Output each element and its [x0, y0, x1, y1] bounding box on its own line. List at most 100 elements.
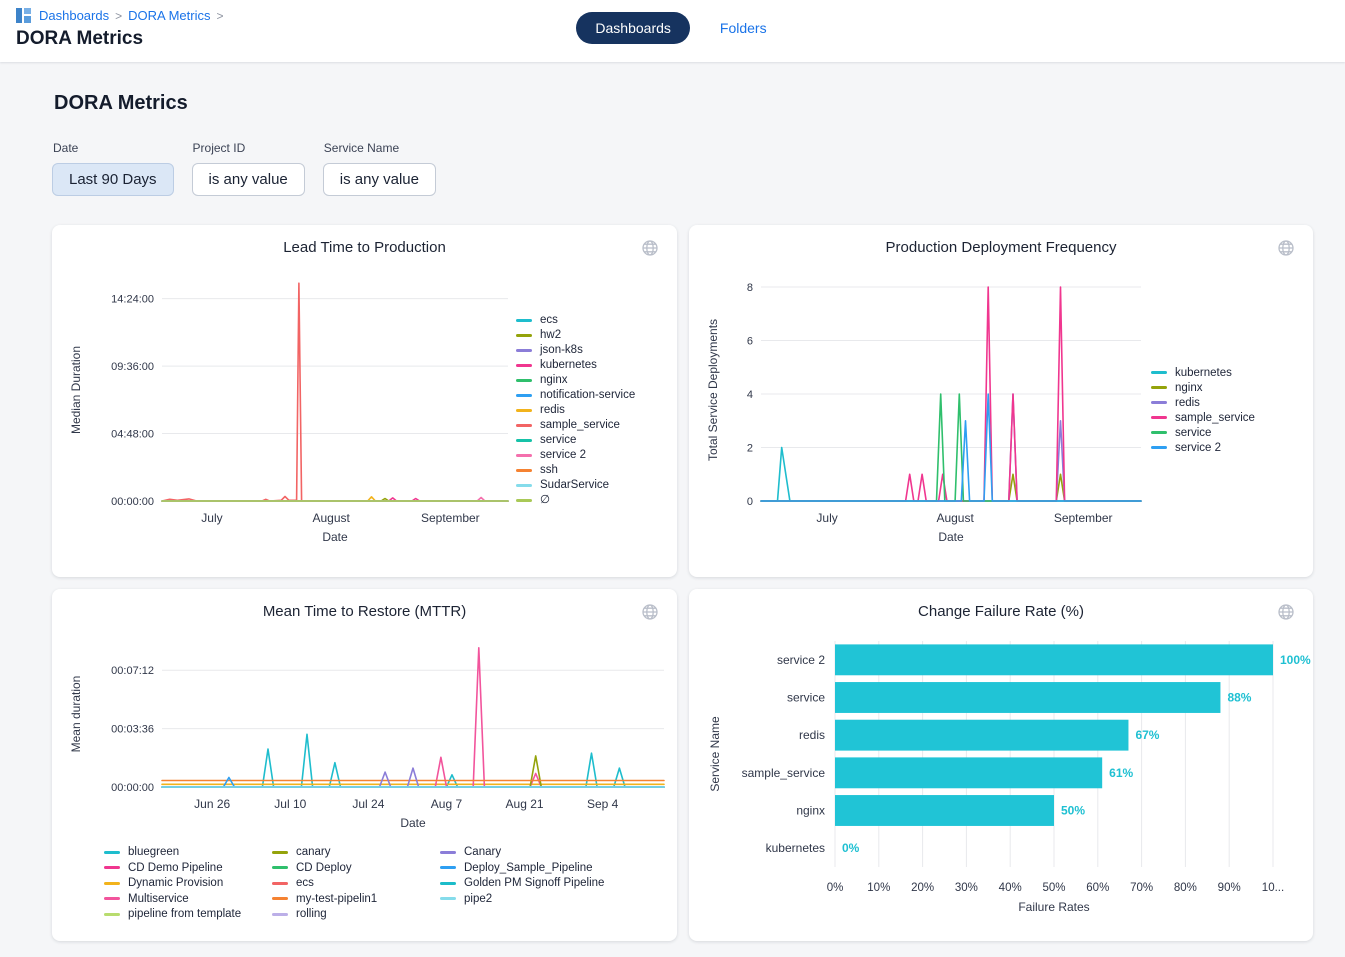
legend-item[interactable]: Multiservice — [104, 893, 272, 905]
svg-text:August: August — [312, 511, 350, 525]
globe-icon[interactable] — [1275, 237, 1297, 262]
svg-text:2: 2 — [747, 443, 753, 455]
legend-item[interactable]: pipe2 — [440, 893, 608, 905]
legend-label: SudarService — [540, 479, 609, 491]
globe-icon[interactable] — [639, 237, 661, 262]
legend-swatch — [516, 379, 532, 382]
breadcrumb-separator: > — [216, 9, 223, 23]
legend-item[interactable]: SudarService — [516, 479, 662, 491]
svg-text:100%: 100% — [1280, 653, 1311, 667]
legend-swatch — [272, 866, 288, 869]
legend-swatch — [1151, 446, 1167, 449]
change-failure-rate-chart: 0%10%20%30%40%50%60%70%80%90%10...Failur… — [703, 625, 1313, 925]
legend-item[interactable]: redis — [1151, 397, 1297, 409]
top-bar: Dashboards > DORA Metrics > DORA Metrics… — [0, 0, 1345, 62]
filter-date: Date Last 90 Days — [52, 141, 174, 196]
legend-item[interactable]: redis — [516, 404, 662, 416]
legend-label: service — [540, 434, 576, 446]
legend-swatch — [104, 882, 120, 885]
legend-swatch — [272, 882, 288, 885]
legend-item[interactable]: hw2 — [516, 329, 662, 341]
legend-item[interactable]: kubernetes — [516, 359, 662, 371]
legend-item[interactable]: pipeline from template — [104, 908, 272, 920]
legend-item[interactable]: Deploy_Sample_Pipeline — [440, 862, 608, 874]
svg-text:50%: 50% — [1061, 804, 1085, 818]
legend-label: CD Demo Pipeline — [128, 862, 223, 874]
legend-swatch — [104, 866, 120, 869]
legend-label: nginx — [1175, 382, 1203, 394]
legend-item[interactable]: notification-service — [516, 389, 662, 401]
legend-swatch — [440, 851, 456, 854]
svg-text:90%: 90% — [1218, 882, 1241, 894]
legend-label: notification-service — [540, 389, 635, 401]
legend-item[interactable]: ecs — [272, 877, 440, 889]
svg-text:04:48:00: 04:48:00 — [111, 429, 154, 441]
globe-icon[interactable] — [639, 601, 661, 626]
tab-folders[interactable]: Folders — [718, 12, 769, 44]
legend-label: Multiservice — [128, 893, 189, 905]
dashboard-content: DORA Metrics Date Last 90 Days Project I… — [0, 62, 1345, 941]
svg-text:Jul 24: Jul 24 — [352, 797, 384, 811]
legend-item[interactable]: service — [1151, 427, 1297, 439]
legend-label: my-test-pipelin1 — [296, 893, 377, 905]
legend-item[interactable]: sample_service — [1151, 412, 1297, 424]
svg-text:September: September — [421, 511, 480, 525]
legend-item[interactable]: canary — [272, 846, 440, 858]
legend-item[interactable]: service 2 — [516, 449, 662, 461]
legend-item[interactable]: Canary — [440, 846, 608, 858]
legend-item[interactable]: CD Deploy — [272, 862, 440, 874]
legend-item[interactable]: service — [516, 434, 662, 446]
legend-swatch — [1151, 431, 1167, 434]
legend-item[interactable]: service 2 — [1151, 442, 1297, 454]
legend-swatch — [516, 364, 532, 367]
svg-text:0%: 0% — [842, 841, 860, 855]
tab-dashboards[interactable]: Dashboards — [576, 12, 690, 44]
legend-item[interactable]: nginx — [1151, 382, 1297, 394]
legend-item[interactable]: ssh — [516, 464, 662, 476]
breadcrumb-dora-metrics[interactable]: DORA Metrics — [128, 8, 210, 23]
svg-text:61%: 61% — [1109, 766, 1133, 780]
svg-text:redis: redis — [799, 728, 825, 742]
legend-label: canary — [296, 846, 331, 858]
legend-item[interactable]: rolling — [272, 908, 440, 920]
legend-item[interactable]: sample_service — [516, 419, 662, 431]
svg-text:Date: Date — [938, 530, 964, 544]
legend-label: json-k8s — [540, 344, 583, 356]
svg-text:kubernetes: kubernetes — [766, 841, 825, 855]
legend-item[interactable]: nginx — [516, 374, 662, 386]
legend-item[interactable]: json-k8s — [516, 344, 662, 356]
legend-swatch — [272, 851, 288, 854]
legend-swatch — [104, 913, 120, 916]
legend-swatch — [516, 349, 532, 352]
filter-date-value[interactable]: Last 90 Days — [52, 163, 174, 196]
legend-item[interactable]: ∅ — [516, 494, 662, 506]
legend-swatch — [440, 882, 456, 885]
filter-service-name: Service Name is any value — [323, 141, 436, 196]
svg-text:4: 4 — [747, 389, 753, 401]
legend-item[interactable]: my-test-pipelin1 — [272, 893, 440, 905]
dashboard-title: DORA Metrics — [54, 92, 1313, 115]
legend-swatch — [272, 897, 288, 900]
svg-text:00:07:12: 00:07:12 — [111, 665, 154, 677]
filter-service-name-value[interactable]: is any value — [323, 163, 436, 196]
svg-text:Service Name: Service Name — [708, 716, 722, 792]
legend-item[interactable]: ecs — [516, 314, 662, 326]
svg-text:Sep 4: Sep 4 — [587, 797, 619, 811]
legend-item[interactable]: bluegreen — [104, 846, 272, 858]
svg-text:00:03:36: 00:03:36 — [111, 724, 154, 736]
legend-item[interactable]: Golden PM Signoff Pipeline — [440, 877, 608, 889]
globe-icon[interactable] — [1275, 601, 1297, 626]
svg-text:September: September — [1054, 511, 1113, 525]
legend-label: service 2 — [1175, 442, 1221, 454]
filter-bar: Date Last 90 Days Project ID is any valu… — [52, 141, 1313, 196]
legend-item[interactable]: Dynamic Provision — [104, 877, 272, 889]
legend-item[interactable]: kubernetes — [1151, 367, 1297, 379]
legend-item[interactable]: CD Demo Pipeline — [104, 862, 272, 874]
legend-label: redis — [1175, 397, 1200, 409]
legend-swatch — [516, 499, 532, 502]
deployment-frequency-chart: 02468JulyAugustSeptemberDateTotal Servic… — [703, 261, 1151, 559]
panel-mean-time-to-restore: Mean Time to Restore (MTTR) 00:00:0000:0… — [52, 589, 677, 941]
svg-text:09:36:00: 09:36:00 — [111, 361, 154, 373]
breadcrumb-dashboards[interactable]: Dashboards — [39, 8, 109, 23]
filter-project-id-value[interactable]: is any value — [192, 163, 305, 196]
